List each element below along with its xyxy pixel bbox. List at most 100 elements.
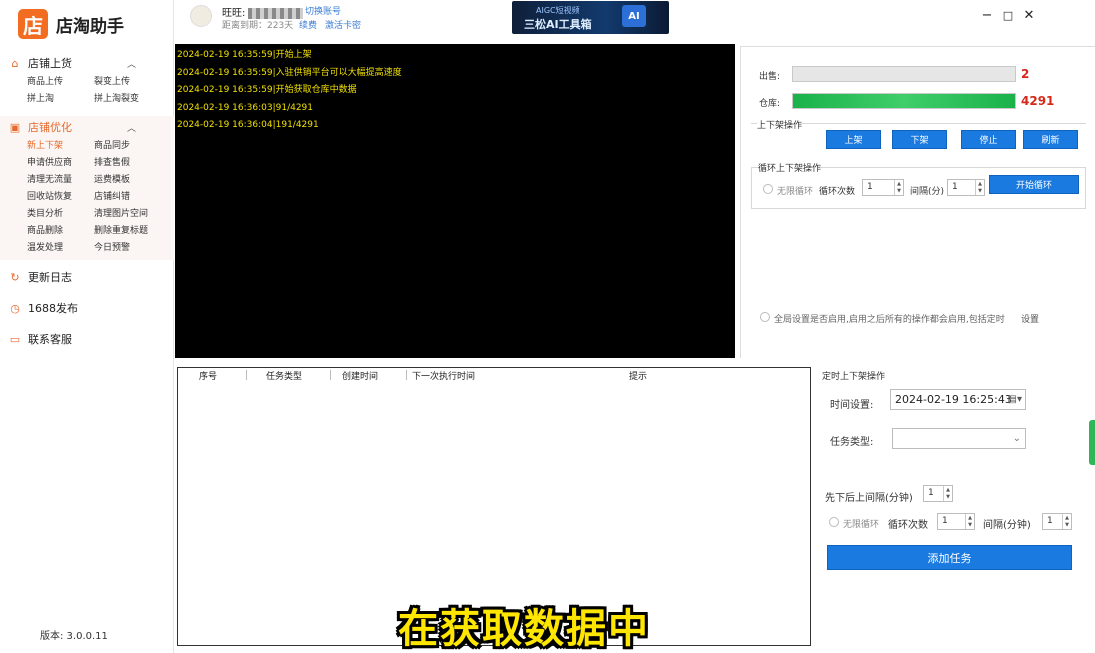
scheduler-title: 定时上下架操作 — [822, 372, 886, 382]
nav-head-label: 1688发布 — [28, 302, 78, 315]
switch-account-link[interactable]: 切换账号 — [305, 4, 341, 17]
listing-ops-title: 上下架操作 — [757, 118, 803, 131]
renew-link[interactable]: 续费 — [299, 18, 317, 31]
video-subtitle: 在获取数据中 — [398, 606, 650, 652]
sidebar-item-shipping-template[interactable]: 运费模板 — [94, 172, 174, 189]
scheduler-loop-count-stepper[interactable]: 1 ▲ ▼ — [937, 513, 975, 530]
app-name: 店淘助手 — [56, 16, 124, 37]
gap-stepper[interactable]: 1 ▲ ▼ — [923, 485, 953, 502]
avatar[interactable] — [190, 5, 212, 27]
column-header-created-time[interactable]: 创建时间 — [342, 369, 378, 382]
sidebar-item-warm-process[interactable]: 温发处理 — [27, 240, 94, 257]
global-settings-link[interactable]: 设置 — [1021, 312, 1039, 325]
maximize-button[interactable]: □ — [1000, 9, 1016, 22]
log-line: 2024-02-19 16:36:03|91/4291 — [177, 102, 314, 113]
sidebar-item-today-warning[interactable]: 今日预警 — [94, 240, 174, 257]
calendar-dropdown-icon[interactable]: ▤▾ — [1008, 390, 1022, 409]
expire-text: 距离到期：223天 — [222, 21, 294, 31]
stepper-arrows-icon[interactable]: ▲ ▼ — [1062, 514, 1071, 529]
time-setting-value: 2024-02-19 16:25:43 — [895, 393, 1012, 406]
stepper-arrows-icon[interactable]: ▲ ▼ — [894, 180, 903, 195]
loop-count-label: 循环次数 — [819, 187, 856, 197]
time-setting-input[interactable]: 2024-02-19 16:25:43 ▤▾ — [890, 389, 1026, 410]
chevron-down-icon[interactable]: ⌄ — [1013, 429, 1021, 448]
logo-icon: 店 — [18, 9, 48, 39]
sidebar-item-apply-supplier[interactable]: 申请供应商 — [27, 155, 94, 172]
sidebar-item-recycle-restore[interactable]: 回收站恢复 — [27, 189, 94, 206]
scheduler-infinite-loop-checkbox[interactable] — [829, 517, 839, 527]
start-loop-button[interactable]: 开始循环 — [989, 175, 1079, 194]
list-up-button[interactable]: 上架 — [826, 130, 881, 149]
infinite-loop-checkbox[interactable] — [763, 184, 773, 194]
sidebar-item-pin-shang-tao-fission[interactable]: 拼上淘裂变 — [94, 91, 174, 108]
ad-banner[interactable]: AIGC短视频 三松AI工具箱 AI — [512, 1, 669, 34]
add-task-button[interactable]: 添加任务 — [827, 545, 1072, 570]
warehouse-label: 仓库: — [759, 99, 781, 109]
nav-head-update-log[interactable]: ↻ 更新日志 — [0, 266, 174, 288]
sold-progress-bar — [792, 66, 1016, 82]
nav-head-1688-publish[interactable]: ◷ 1688发布 — [0, 297, 174, 319]
sidebar-item-delete-duplicate-title[interactable]: 删除重复标题 — [94, 223, 174, 240]
sidebar-item-fission-upload[interactable]: 裂变上传 — [94, 74, 174, 91]
loop-interval-value: 1 — [952, 182, 958, 192]
sidebar-item-check-fake[interactable]: 排查售假 — [94, 155, 174, 172]
column-header-task-type[interactable]: 任务类型 — [266, 369, 302, 382]
side-tab-handle[interactable] — [1089, 420, 1095, 465]
app-logo: 店 店淘助手 — [18, 9, 124, 39]
minimize-button[interactable]: − — [979, 8, 995, 23]
sidebar-item-product-upload[interactable]: 商品上传 — [27, 74, 94, 91]
column-header-next-exec-time[interactable]: 下一次执行时间 — [412, 369, 475, 382]
warehouse-progress-fill — [793, 94, 1015, 108]
scheduler-infinite-loop-label: 无限循环 — [843, 520, 880, 530]
sidebar-item-category-analysis[interactable]: 类目分析 — [27, 206, 94, 223]
list-down-button[interactable]: 下架 — [892, 130, 947, 149]
sold-label: 出售: — [759, 72, 781, 82]
refresh-icon: ↻ — [10, 270, 20, 284]
scheduler-interval-stepper[interactable]: 1 ▲ ▼ — [1042, 513, 1072, 530]
scheduler-interval-value: 1 — [1047, 516, 1053, 526]
stepper-arrows-icon[interactable]: ▲ ▼ — [965, 514, 974, 529]
calendar-icon: ▣ — [9, 120, 21, 134]
global-setting-checkbox[interactable] — [760, 312, 770, 322]
stepper-arrows-icon[interactable]: ▲ ▼ — [975, 180, 984, 195]
nav-head-shop-listing[interactable]: ⌂ 店铺上货 ︿ — [0, 52, 174, 74]
close-button[interactable]: ✕ — [1021, 8, 1037, 23]
log-console[interactable]: 2024-02-19 16:35:59|开始上架 2024-02-19 16:3… — [175, 44, 735, 358]
column-separator — [246, 370, 247, 380]
gap-label: 先下后上间隔(分钟) — [825, 493, 913, 504]
nav-head-label: 更新日志 — [28, 271, 72, 284]
nav-head-shop-optimize[interactable]: ▣ 店铺优化 ︿ — [0, 116, 174, 138]
warehouse-count: 4291 — [1021, 94, 1055, 108]
chat-icon: ▭ — [9, 332, 21, 346]
activate-key-link[interactable]: 激活卡密 — [325, 18, 361, 31]
warehouse-progress-bar — [792, 93, 1016, 109]
sidebar-item-clean-no-traffic[interactable]: 清理无流量 — [27, 172, 94, 189]
stepper-arrows-icon[interactable]: ▲ ▼ — [943, 486, 952, 501]
ai-chip-icon: AI — [622, 5, 646, 27]
nav-head-contact-support[interactable]: ▭ 联系客服 — [0, 328, 174, 350]
loop-interval-label: 间隔(分) — [910, 187, 945, 197]
loop-count-stepper[interactable]: 1 ▲ ▼ — [862, 179, 904, 196]
sidebar-item-new-listing[interactable]: 新上下架 — [27, 138, 94, 155]
loop-ops-title: 循环上下架操作 — [758, 161, 822, 174]
account-name-mask — [248, 7, 304, 19]
nav-head-label: 店铺上货 — [28, 57, 72, 70]
sidebar-item-shop-correct[interactable]: 店铺纠错 — [94, 189, 174, 206]
refresh-button[interactable]: 刷新 — [1023, 130, 1078, 149]
sidebar-item-product-sync[interactable]: 商品同步 — [94, 138, 174, 155]
nav-section-shop-listing: ⌂ 店铺上货 ︿ 商品上传 裂变上传 拼上淘 拼上淘裂变 — [0, 52, 174, 108]
task-type-select[interactable]: ⌄ — [892, 428, 1026, 449]
sidebar-item-clean-image-space[interactable]: 清理图片空间 — [94, 206, 174, 223]
stop-button[interactable]: 停止 — [961, 130, 1016, 149]
sidebar-item-product-delete[interactable]: 商品删除 — [27, 223, 94, 240]
log-line: 2024-02-19 16:35:59|入驻供销平台可以大幅提高速度 — [177, 67, 402, 78]
loop-interval-stepper[interactable]: 1 ▲ ▼ — [947, 179, 985, 196]
scheduler-loop-count-label: 循环次数 — [888, 520, 928, 531]
column-header-hint[interactable]: 提示 — [629, 369, 647, 382]
nav-section-contact-support: ▭ 联系客服 — [0, 328, 174, 350]
home-icon: ⌂ — [11, 56, 19, 70]
sidebar-item-pin-shang-tao[interactable]: 拼上淘 — [27, 91, 94, 108]
account-name: 旺旺: — [222, 4, 304, 19]
chevron-up-icon: ︿ — [126, 123, 136, 134]
column-header-index[interactable]: 序号 — [199, 369, 217, 382]
